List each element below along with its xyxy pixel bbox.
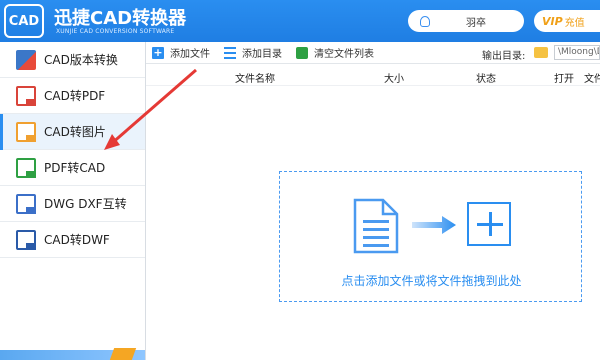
add-file-button[interactable]: + 添加文件 xyxy=(152,45,210,60)
sidebar-item-cad-to-pdf[interactable]: CAD转PDF xyxy=(0,78,145,114)
cad-to-image-icon xyxy=(16,121,36,142)
user-name: 羽卒 xyxy=(466,17,486,29)
clear-icon xyxy=(296,46,308,59)
drop-zone-hint: 点击添加文件或将文件拖拽到此处 xyxy=(341,274,522,288)
cad-to-pdf-icon xyxy=(16,85,36,106)
clear-list-label: 清空文件列表 xyxy=(314,49,374,60)
output-dir-label: 输出目录: xyxy=(482,51,526,62)
title-bar: CAD 迅捷CAD转换器 XUNJIE CAD CONVERSION SOFTW… xyxy=(0,0,600,42)
sidebar-item-label: DWG DXF互转 xyxy=(44,197,127,211)
promo-tag xyxy=(109,348,137,360)
arrow-right-icon xyxy=(412,216,456,234)
column-file: 文件 xyxy=(584,74,600,85)
sidebar-item-dwg-dxf[interactable]: DWG DXF互转 xyxy=(0,186,145,222)
vip-badge: VIP xyxy=(542,14,563,28)
document-icon xyxy=(353,198,399,254)
sidebar-item-label: CAD版本转换 xyxy=(44,53,118,67)
vip-recharge-button[interactable]: VIP 充值 xyxy=(534,10,600,32)
output-path-field[interactable]: \Mloong\De xyxy=(554,45,600,60)
sidebar-item-pdf-to-cad[interactable]: PDF转CAD xyxy=(0,150,145,186)
column-filename: 文件名称 xyxy=(235,74,275,85)
sidebar-item-cad-version[interactable]: CAD版本转换 xyxy=(0,42,145,78)
cad-version-icon xyxy=(16,49,36,70)
sidebar: CAD版本转换 CAD转PDF CAD转图片 PDF转CAD DWG DXF互转… xyxy=(0,42,146,360)
add-folder-label: 添加目录 xyxy=(242,49,282,60)
app-subtitle: XUNJIE CAD CONVERSION SOFTWARE xyxy=(56,28,175,35)
app-title: 迅捷CAD转换器 xyxy=(54,8,187,29)
user-account-button[interactable]: 羽卒 xyxy=(408,10,524,32)
list-icon xyxy=(224,46,236,59)
add-file-icon: + xyxy=(152,45,164,59)
sidebar-item-label: CAD转PDF xyxy=(44,89,106,103)
app-logo: CAD xyxy=(4,4,44,38)
user-icon xyxy=(420,15,430,27)
clear-list-button[interactable]: 清空文件列表 xyxy=(296,45,374,60)
file-table-header: 文件名称 大小 状态 打开 文件 xyxy=(146,64,600,86)
column-status: 状态 xyxy=(476,74,496,85)
dwg-dxf-icon xyxy=(16,193,36,214)
add-plus-icon[interactable] xyxy=(467,202,511,246)
sidebar-item-cad-to-dwf[interactable]: CAD转DWF xyxy=(0,222,145,258)
add-folder-button[interactable]: 添加目录 xyxy=(224,45,282,60)
vip-recharge-label: 充值 xyxy=(564,17,585,29)
sidebar-item-label: CAD转DWF xyxy=(44,233,110,247)
column-size: 大小 xyxy=(384,74,404,85)
add-file-label: 添加文件 xyxy=(170,49,210,60)
sidebar-item-label: CAD转图片 xyxy=(44,125,106,139)
column-open: 打开 xyxy=(554,74,574,85)
sidebar-item-cad-to-image[interactable]: CAD转图片 xyxy=(0,114,145,150)
folder-icon[interactable] xyxy=(534,47,548,58)
cad-to-dwf-icon xyxy=(16,229,36,250)
toolbar: + 添加文件 添加目录 清空文件列表 xyxy=(146,42,600,64)
file-drop-zone[interactable]: 点击添加文件或将文件拖拽到此处 xyxy=(279,171,582,302)
sidebar-item-label: PDF转CAD xyxy=(44,161,106,175)
pdf-to-cad-icon xyxy=(16,157,36,178)
